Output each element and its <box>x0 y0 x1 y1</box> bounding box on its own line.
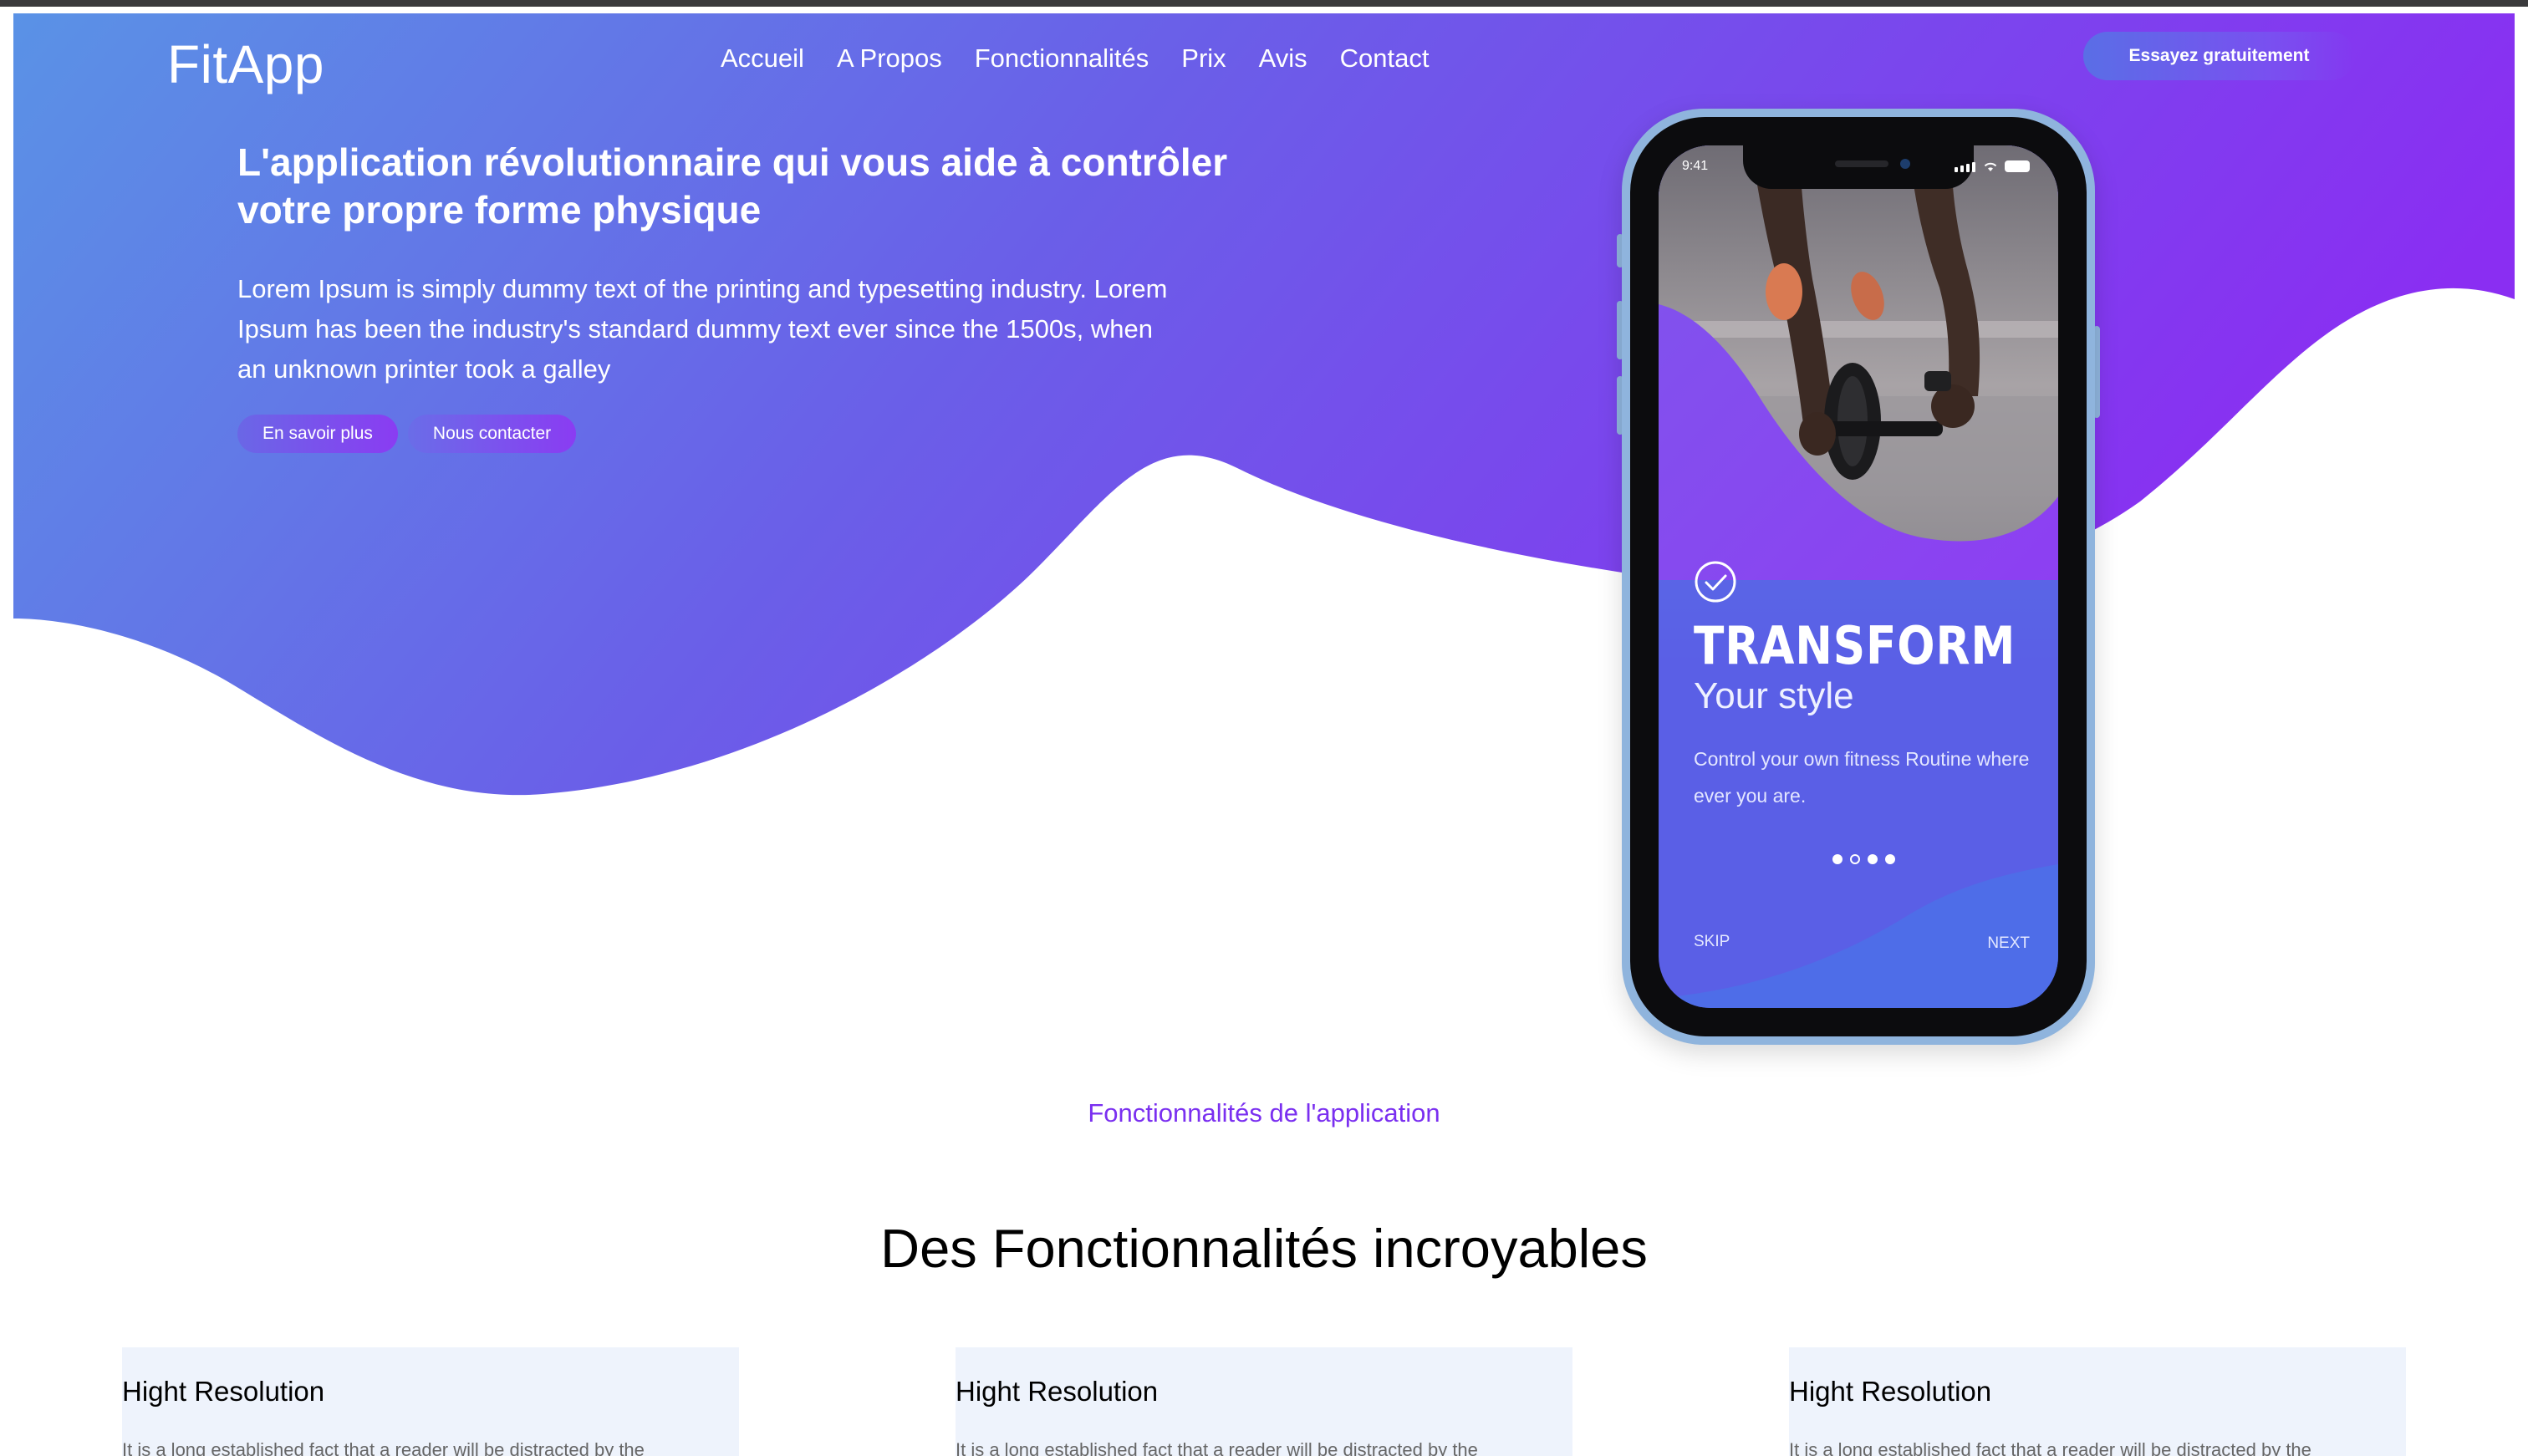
nav-item-accueil[interactable]: Accueil <box>721 43 804 74</box>
screen-description: Control your own fitness Routine where e… <box>1694 748 2030 807</box>
hero-description: Lorem Ipsum is simply dummy text of the … <box>237 274 1168 384</box>
pager-dot[interactable] <box>1832 854 1842 864</box>
pager-dot[interactable] <box>1885 854 1895 864</box>
feature-card: Hight Resolution It is a long establishe… <box>956 1347 1572 1456</box>
notch-speaker <box>1835 160 1888 167</box>
nav-item-contact[interactable]: Contact <box>1340 43 1430 74</box>
onboarding-pager[interactable] <box>1832 854 1903 864</box>
skip-button[interactable]: SKIP <box>1694 933 1730 951</box>
features-section-label: Fonctionnalités de l'application <box>1088 1098 1440 1128</box>
nav-item-fonctionnalites[interactable]: Fonctionnalités <box>975 43 1149 74</box>
feature-card-text: It is a long established fact that a rea… <box>122 1439 645 1456</box>
workout-photo <box>1659 145 2058 580</box>
screen-headline: TRANSFORM <box>1694 615 2016 676</box>
status-time: 9:41 <box>1682 159 1709 173</box>
phone-screen: 9:41 TRANSFORM Your style Control your o… <box>1659 145 2058 1008</box>
screen-subheadline: Your style <box>1694 675 1854 716</box>
nav-item-prix[interactable]: Prix <box>1181 43 1226 74</box>
battery-icon <box>2005 160 2030 172</box>
feature-card-title: Hight Resolution <box>122 1376 325 1407</box>
feature-card-title: Hight Resolution <box>1789 1376 1992 1407</box>
next-button[interactable]: NEXT <box>1987 934 2030 953</box>
learn-more-button[interactable]: En savoir plus <box>237 415 398 453</box>
nav-item-a-propos[interactable]: A Propos <box>837 43 942 74</box>
status-icons <box>1955 160 2030 172</box>
try-free-button[interactable]: Essayez gratuitement <box>2083 32 2355 80</box>
signal-icon <box>1960 165 1964 172</box>
phone-notch <box>1743 145 1974 189</box>
features-section-title: Des Fonctionnalités incroyables <box>880 1218 1648 1279</box>
phone-mockup: 9:41 TRANSFORM Your style Control your o… <box>1617 109 2100 1045</box>
feature-card-title: Hight Resolution <box>956 1376 1159 1407</box>
contact-us-button[interactable]: Nous contacter <box>407 415 577 453</box>
signal-icon <box>1972 162 1975 172</box>
signal-icon <box>1955 167 1958 172</box>
feature-card-text: It is a long established fact that a rea… <box>956 1439 1478 1456</box>
main-nav: Accueil A Propos Fonctionnalités Prix Av… <box>721 43 1462 74</box>
feature-card-text: It is a long established fact that a rea… <box>1789 1439 2311 1456</box>
notch-camera <box>1900 159 1910 169</box>
hero-title: L'application révolutionnaire qui vous a… <box>237 140 1228 232</box>
pager-dot-active[interactable] <box>1850 854 1860 864</box>
check-circle-icon <box>1695 561 1736 603</box>
hero-button-row: En savoir plus Nous contacter <box>237 415 586 453</box>
brand-logo[interactable]: FitApp <box>167 33 324 95</box>
wifi-icon <box>1984 162 1997 171</box>
feature-card: Hight Resolution It is a long establishe… <box>1789 1347 2406 1456</box>
feature-card: Hight Resolution It is a long establishe… <box>122 1347 739 1456</box>
pager-dot[interactable] <box>1868 854 1878 864</box>
landing-page: FitApp Accueil A Propos Fonctionnalités … <box>0 0 2528 1456</box>
signal-icon <box>1966 164 1970 172</box>
nav-item-avis[interactable]: Avis <box>1259 43 1307 74</box>
